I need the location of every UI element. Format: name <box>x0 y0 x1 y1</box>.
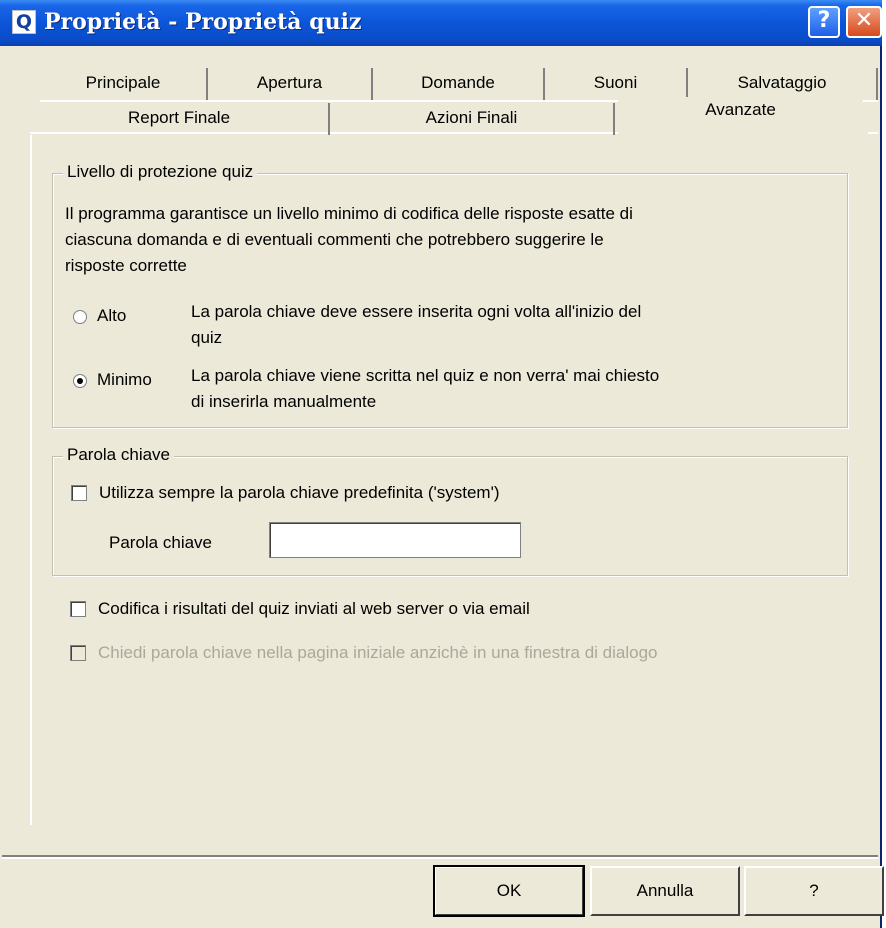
ok-button[interactable]: OK <box>433 865 585 917</box>
protection-legend: Livello di protezione quiz <box>63 162 258 182</box>
radio-alto[interactable] <box>73 310 87 324</box>
alto-description-line-1: La parola chiave deve essere inserita og… <box>191 302 642 321</box>
tab-panel-avanzate: Livello di protezione quiz Il programma … <box>30 135 884 825</box>
cancel-button[interactable]: Annulla <box>590 866 740 916</box>
tab-report-finale[interactable]: Report Finale <box>30 103 330 135</box>
tab-azioni-finali[interactable]: Azioni Finali <box>330 103 615 135</box>
tab-principale[interactable]: Principale <box>40 68 208 100</box>
protection-description-line-1: Il programma garantisce un livello minim… <box>65 204 633 223</box>
password-legend: Parola chiave <box>63 445 175 465</box>
password-groupbox: Parola chiave Utilizza sempre la parola … <box>52 445 848 576</box>
tab-row-1: Principale Apertura Domande Suoni Salvat… <box>40 68 882 100</box>
password-input[interactable] <box>269 522 521 558</box>
tab-domande[interactable]: Domande <box>373 68 545 100</box>
tab-suoni[interactable]: Suoni <box>545 68 688 100</box>
default-password-checkbox[interactable] <box>71 485 87 501</box>
dialog-window: Q Proprietà - Proprietà quiz ? ✕ Princip… <box>0 0 884 928</box>
radio-minimo-label[interactable]: Minimo <box>97 368 152 392</box>
tab-apertura[interactable]: Apertura <box>208 68 373 100</box>
radio-minimo[interactable] <box>73 374 87 388</box>
protection-description-line-2: ciascuna domanda e di eventuali commenti… <box>65 230 604 249</box>
minimo-description-line-2: di inserirla manualmente <box>191 392 377 411</box>
ask-password-checkbox <box>70 645 86 661</box>
tab-avanzate[interactable]: Avanzate <box>618 97 863 131</box>
password-field-label: Parola chiave <box>109 533 213 552</box>
window-title: Proprietà - Proprietà quiz <box>44 9 362 35</box>
title-bar[interactable]: Q Proprietà - Proprietà quiz ? ✕ <box>0 0 882 46</box>
alto-description-line-2: quiz <box>191 328 223 347</box>
help-button[interactable]: ? <box>744 866 884 916</box>
button-separator <box>2 855 878 859</box>
radio-alto-label[interactable]: Alto <box>97 304 126 328</box>
encode-results-label[interactable]: Codifica i risultati del quiz inviati al… <box>98 597 530 621</box>
minimo-description-line-1: La parola chiave viene scritta nel quiz … <box>191 366 660 385</box>
protection-groupbox: Livello di protezione quiz Il programma … <box>52 162 848 428</box>
protection-description-line-3: risposte corrette <box>65 256 187 275</box>
tab-salvataggio[interactable]: Salvataggio <box>688 68 878 100</box>
tab-row-2: Report Finale Azioni Finali Avanzate <box>30 97 882 135</box>
app-icon: Q <box>12 10 36 34</box>
default-password-checkbox-label[interactable]: Utilizza sempre la parola chiave predefi… <box>99 481 499 505</box>
help-title-button[interactable]: ? <box>808 6 840 38</box>
close-button[interactable]: ✕ <box>846 6 882 38</box>
ask-password-label: Chiedi parola chiave nella pagina inizia… <box>98 643 658 662</box>
encode-results-checkbox[interactable] <box>70 601 86 617</box>
